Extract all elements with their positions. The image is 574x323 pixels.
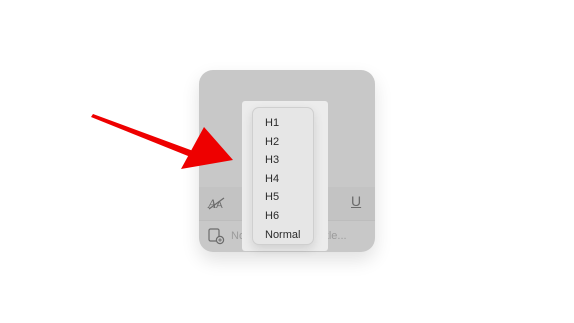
menu-item-h3[interactable]: H3	[253, 151, 313, 170]
add-note-icon[interactable]	[207, 227, 225, 245]
clear-formatting-icon[interactable]: A A	[207, 194, 227, 212]
heading-dropdown-menu: H1 H2 H3 H4 H5 H6 Normal	[252, 107, 314, 245]
menu-item-h1[interactable]: H1	[253, 114, 313, 133]
menu-item-h4[interactable]: H4	[253, 170, 313, 189]
menu-item-h6[interactable]: H6	[253, 207, 313, 226]
stage: A A H I U Not Ekle... H1 H2 H3 H4 H5 H6 …	[0, 0, 574, 323]
menu-item-h2[interactable]: H2	[253, 133, 313, 152]
svg-text:A: A	[207, 196, 216, 211]
underline-button[interactable]: U	[351, 194, 361, 208]
menu-item-normal[interactable]: Normal	[253, 226, 313, 245]
menu-item-h5[interactable]: H5	[253, 188, 313, 207]
